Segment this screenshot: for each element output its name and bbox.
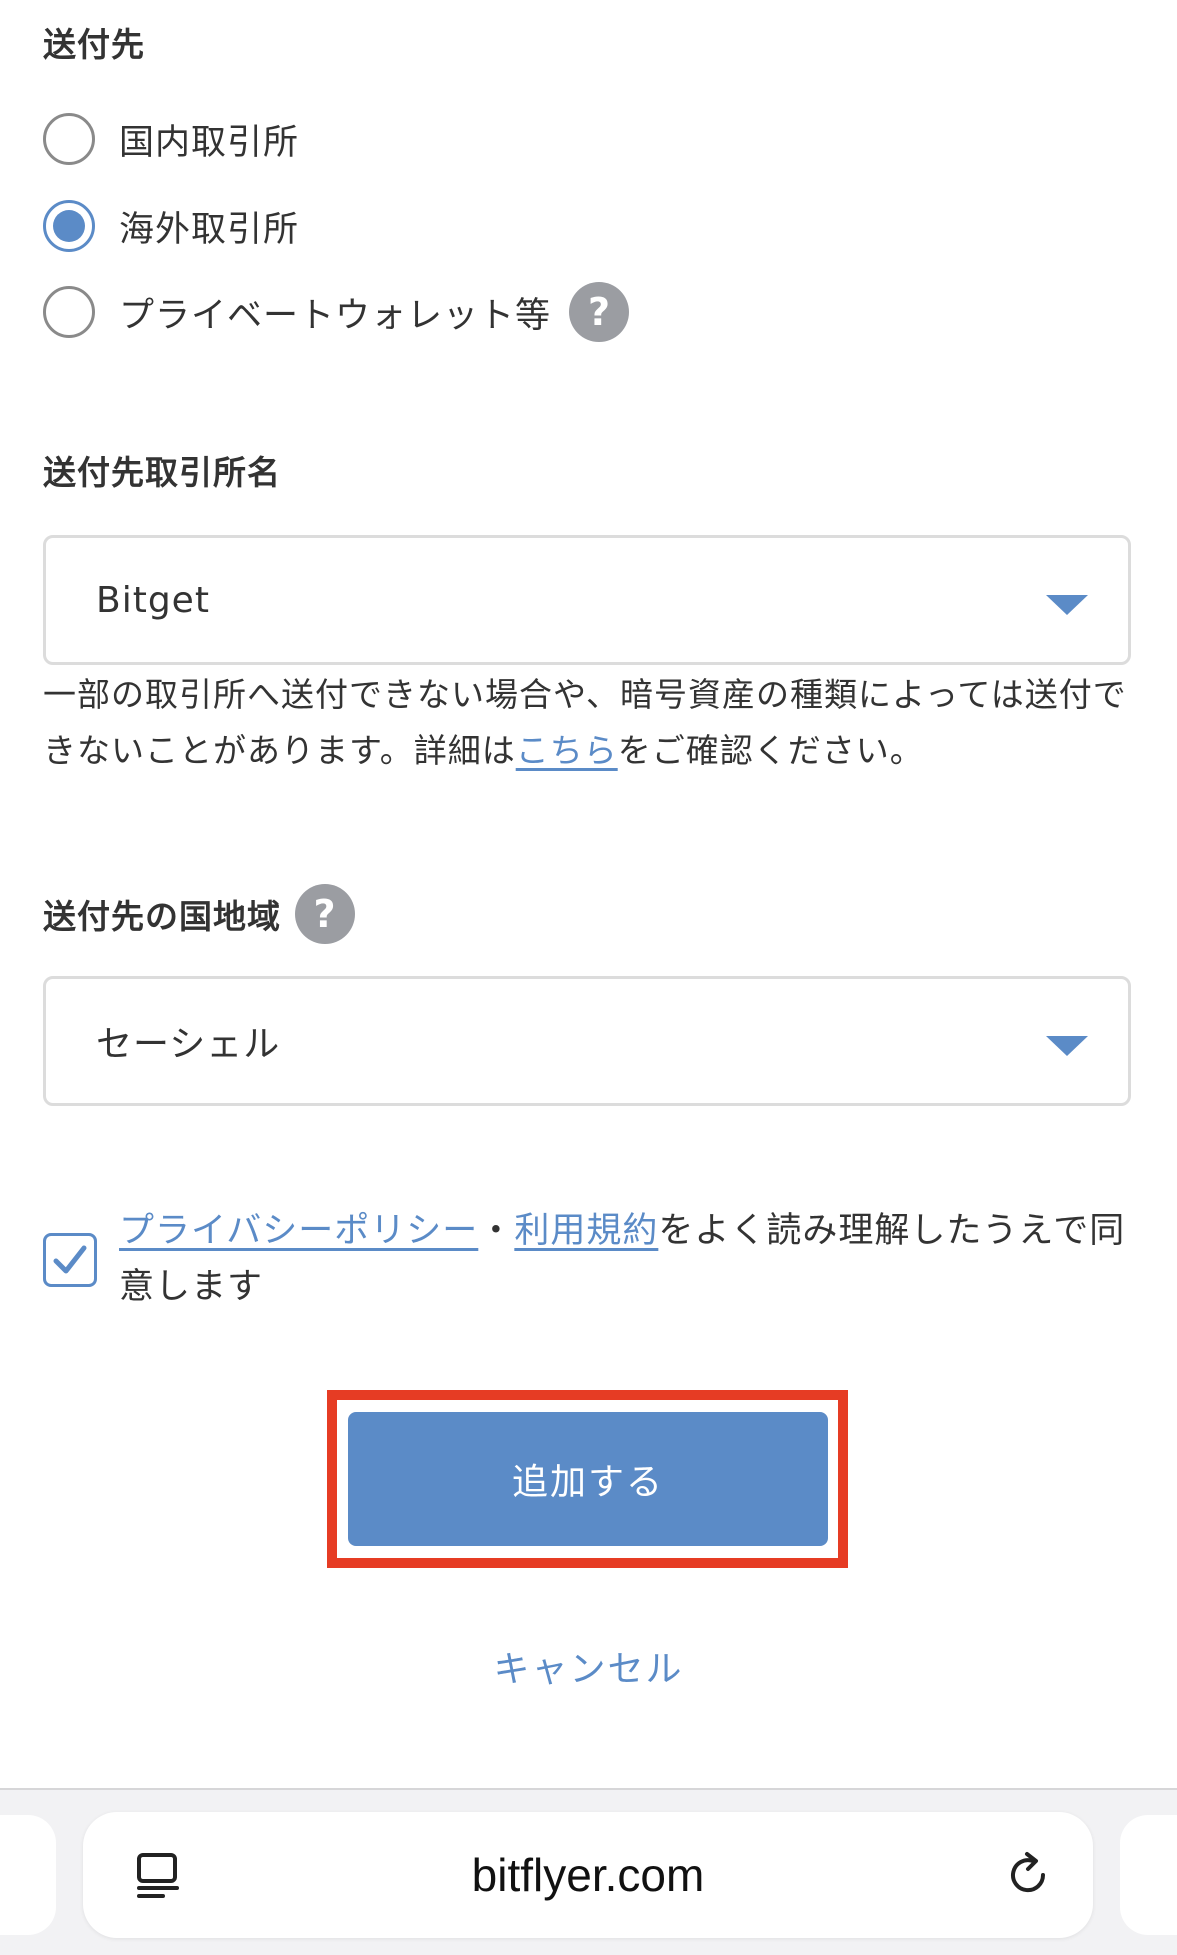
radio-button[interactable]: [43, 113, 95, 165]
chevron-down-icon: [1046, 595, 1088, 615]
privacy-policy-link[interactable]: プライバシーポリシー: [119, 1211, 478, 1251]
reload-icon[interactable]: [1003, 1850, 1053, 1900]
exchange-note: 一部の取引所へ送付できない場合や、暗号資産の種類によっては送付できないことがあり…: [43, 667, 1143, 779]
address-bar[interactable]: bitflyer.com: [83, 1812, 1093, 1938]
note-text-end: をご確認ください。: [617, 731, 924, 770]
link-separator: ・: [478, 1211, 515, 1251]
help-icon[interactable]: ?: [295, 884, 355, 944]
cancel-link[interactable]: キャンセル: [0, 1640, 1177, 1692]
previous-tab[interactable]: [0, 1815, 56, 1935]
add-button[interactable]: 追加する: [348, 1412, 828, 1546]
chevron-down-icon: [1046, 1036, 1088, 1056]
region-title-row: 送付先の国地域 ?: [43, 884, 355, 944]
details-link[interactable]: こちら: [516, 731, 618, 770]
agreement-text: プライバシーポリシー・利用規約をよく読み理解したうえで同意します: [119, 1203, 1149, 1315]
checkmark-icon: [53, 1245, 87, 1274]
destination-title: 送付先: [43, 25, 145, 64]
radio-button[interactable]: [43, 286, 95, 338]
radio-domestic-exchange[interactable]: 国内取引所: [43, 111, 299, 167]
radio-label: 海外取引所: [119, 209, 300, 250]
radio-label: 国内取引所: [119, 122, 300, 163]
radio-overseas-exchange[interactable]: 海外取引所: [43, 198, 299, 254]
browser-toolbar: bitflyer.com: [0, 1788, 1177, 1955]
terms-link[interactable]: 利用規約: [514, 1211, 658, 1251]
radio-private-wallet[interactable]: プライベートウォレット等 ?: [43, 282, 630, 342]
radio-button-selected[interactable]: [43, 200, 95, 252]
region-title: 送付先の国地域: [43, 897, 281, 936]
next-tab[interactable]: [1120, 1815, 1177, 1935]
region-select-value: セーシェル: [96, 1024, 281, 1065]
agree-checkbox[interactable]: [43, 1233, 97, 1287]
exchange-select[interactable]: Bitget: [43, 535, 1131, 665]
exchange-select-value: Bitget: [96, 579, 210, 621]
region-select[interactable]: セーシェル: [43, 976, 1131, 1106]
exchange-name-title: 送付先取引所名: [43, 453, 281, 492]
help-icon[interactable]: ?: [569, 282, 630, 342]
url-text: bitflyer.com: [471, 1849, 705, 1901]
radio-label: プライベートウォレット等: [119, 295, 552, 336]
